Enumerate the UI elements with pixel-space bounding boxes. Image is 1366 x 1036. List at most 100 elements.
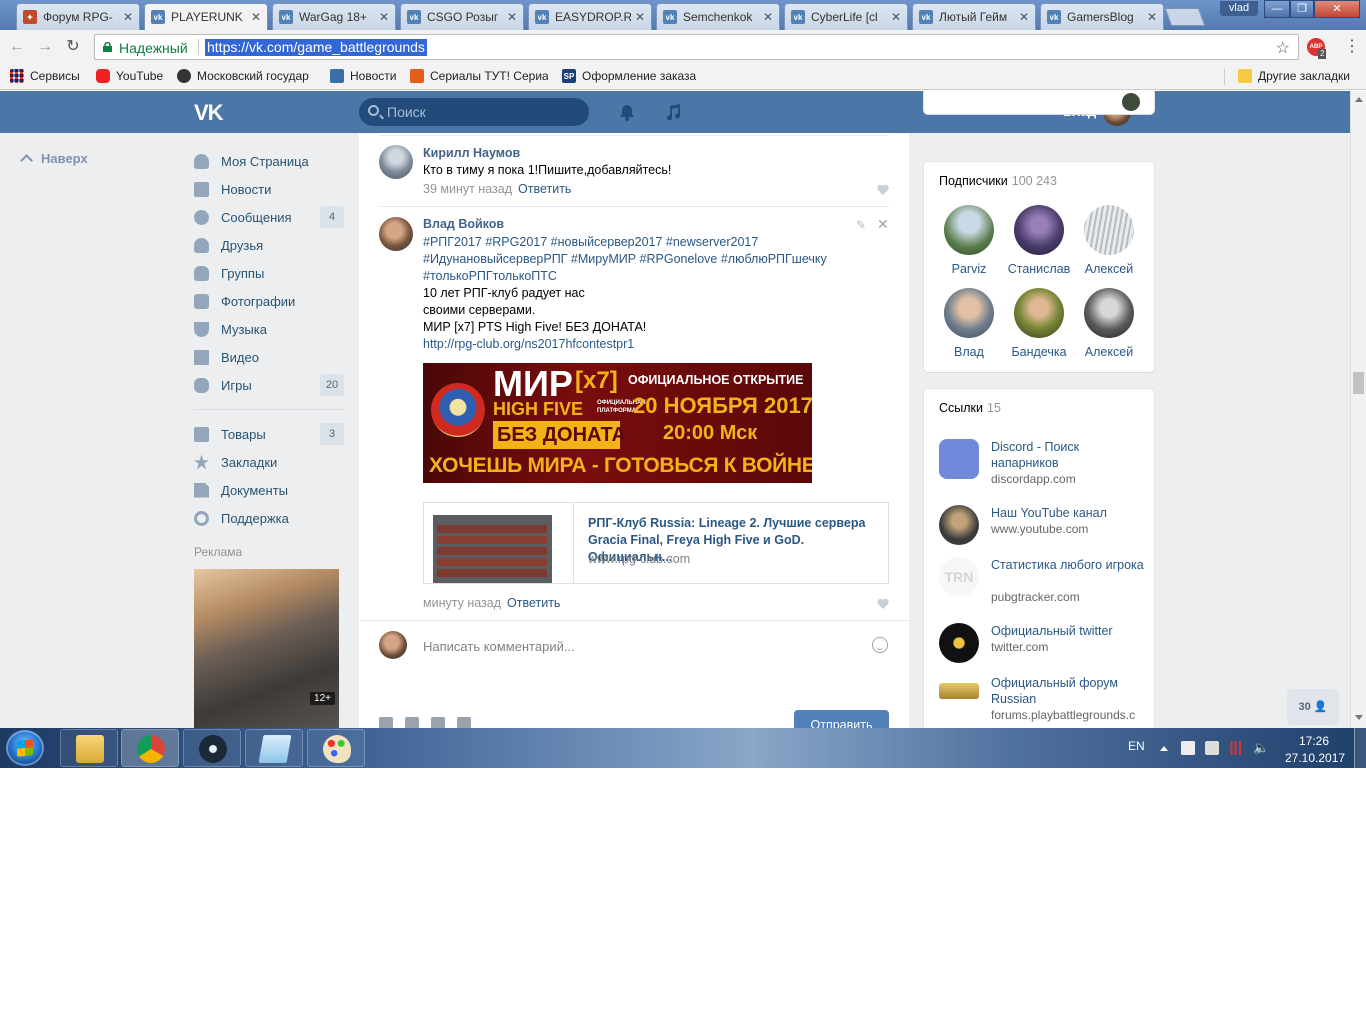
follower-item[interactable]: Бандечка — [1004, 288, 1074, 359]
camera-icon[interactable] — [379, 717, 393, 728]
follower-item[interactable]: Влад — [934, 288, 1004, 359]
hashtags-line[interactable]: #РПГ2017 #RPG2017 #новыйсервер2017 #news… — [423, 234, 893, 251]
follower-item[interactable]: Станислав — [1004, 205, 1074, 276]
scroll-down-arrow-icon[interactable] — [1355, 715, 1363, 720]
forward-arrow-icon[interactable]: → — [36, 38, 54, 56]
nav-groups[interactable]: Группы — [192, 259, 344, 287]
chrome-menu-icon[interactable]: ⋮ — [1344, 38, 1360, 56]
link-attachment-card[interactable]: РПГ-Клуб Russia: Lineage 2. Лучшие серве… — [423, 502, 889, 584]
document-icon[interactable] — [457, 717, 471, 728]
tab-close-icon[interactable]: ✕ — [635, 10, 645, 24]
hashtags-line[interactable]: #ИдунановыйсерверРПГ #МируМИР #RPGonelov… — [423, 251, 893, 268]
nav-games[interactable]: Игры 20 — [192, 371, 344, 399]
advertisement-image[interactable]: 12+ — [194, 569, 339, 728]
comment-time[interactable]: минуту назад — [423, 596, 501, 610]
followers-title[interactable]: Подписчики 100 243 — [939, 174, 1057, 188]
hashtags-line[interactable]: #толькоРПГтолькоПТС — [423, 268, 893, 285]
tab-close-icon[interactable]: ✕ — [251, 10, 261, 24]
friends-online-button[interactable]: 30 👤 — [1287, 689, 1339, 725]
comment-time[interactable]: 39 минут назад — [423, 182, 512, 196]
tab-easydrop[interactable]: vk EASYDROP.R ✕ — [528, 3, 652, 30]
link-title[interactable]: Discord - Поиск напарников — [991, 439, 1146, 471]
reply-link[interactable]: Ответить — [518, 182, 571, 196]
music-note-icon[interactable] — [664, 103, 682, 121]
nav-messages[interactable]: Сообщения 4 — [192, 203, 344, 231]
maximize-button[interactable]: ❐ — [1290, 0, 1314, 18]
show-desktop-button[interactable] — [1354, 728, 1366, 768]
follower-item[interactable]: Алексей — [1074, 205, 1144, 276]
link-title[interactable]: Официальный twitter — [991, 623, 1146, 639]
tab-playerunknown[interactable]: vk PLAYERUNK ✕ — [144, 3, 268, 30]
comment-author[interactable]: Влад Войков — [423, 217, 504, 231]
comment-link[interactable]: http://rpg-club.org/ns2017hfcontestpr1 — [423, 336, 893, 353]
like-heart-icon[interactable] — [877, 184, 889, 195]
avatar[interactable] — [379, 217, 413, 251]
nav-video[interactable]: Видео — [192, 343, 344, 371]
edit-pencil-icon[interactable]: ✎ — [856, 218, 866, 232]
tab-forum-rpg[interactable]: ✦ Форум RPG- ✕ — [16, 3, 140, 30]
tab-semchenko[interactable]: vk Semchenkok ✕ — [656, 3, 780, 30]
reload-icon[interactable]: ↻ — [64, 38, 82, 56]
bell-icon[interactable] — [618, 103, 636, 121]
search-input[interactable] — [387, 104, 577, 120]
page-scrollbar[interactable] — [1350, 91, 1366, 728]
taskbar-chrome[interactable] — [121, 729, 179, 767]
tab-cyberlife[interactable]: vk CyberLife [cl ✕ — [784, 3, 908, 30]
nav-support[interactable]: Поддержка — [192, 504, 344, 532]
bookmark-order[interactable]: SP Оформление заказа — [562, 69, 696, 83]
follower-item[interactable]: Parviz — [934, 205, 1004, 276]
bookmark-moscow-university[interactable]: Московский государ — [177, 69, 315, 83]
bookmark-services[interactable]: Сервисы — [10, 69, 80, 83]
bookmark-series[interactable]: Сериалы ТУТ! Сериа — [410, 69, 548, 83]
delete-close-icon[interactable]: ✕ — [877, 216, 889, 233]
music-icon[interactable] — [431, 717, 445, 728]
other-bookmarks[interactable]: Другие закладки — [1238, 69, 1350, 83]
vk-search-box[interactable] — [359, 98, 589, 126]
action-center-flag-icon[interactable] — [1181, 741, 1195, 755]
nav-photos[interactable]: Фотографии — [192, 287, 344, 315]
tab-close-icon[interactable]: ✕ — [507, 10, 517, 24]
link-title[interactable]: Официальный форум Russian — [991, 675, 1146, 707]
like-heart-icon[interactable] — [877, 598, 889, 609]
clock-time[interactable]: 17:26 — [1299, 734, 1329, 748]
avatar[interactable] — [379, 145, 413, 179]
bookmark-star-icon[interactable]: ☆ — [1276, 38, 1290, 58]
tab-close-icon[interactable]: ✕ — [1147, 10, 1157, 24]
nav-friends[interactable]: Друзья — [192, 231, 344, 259]
taskbar-steam[interactable] — [183, 729, 241, 767]
vk-logo[interactable]: VK — [194, 100, 224, 126]
comment-author[interactable]: Кирилл Наумов — [423, 146, 520, 160]
link-title[interactable]: Наш YouTube канал — [991, 505, 1146, 521]
links-title[interactable]: Ссылки 15 — [939, 401, 1001, 415]
follower-item[interactable]: Алексей — [1074, 288, 1144, 359]
send-button[interactable]: Отправить — [794, 710, 889, 728]
video-icon[interactable] — [405, 717, 419, 728]
tab-lyutyi-geim[interactable]: vk Лютый Гейм ✕ — [912, 3, 1036, 30]
nav-my-page[interactable]: Моя Страница — [192, 147, 344, 175]
bookmark-news[interactable]: Новости — [330, 69, 396, 83]
close-window-button[interactable]: ✕ — [1314, 0, 1360, 18]
start-button[interactable] — [6, 730, 44, 766]
nav-goods[interactable]: Товары 3 — [192, 420, 344, 448]
clock-date[interactable]: 27.10.2017 — [1285, 751, 1345, 765]
profile-user-badge[interactable]: vlad — [1220, 1, 1258, 16]
back-to-top-link[interactable]: Наверх — [20, 151, 88, 167]
scrollbar-thumb[interactable] — [1353, 372, 1364, 394]
emoji-smile-icon[interactable] — [872, 637, 888, 653]
volume-speaker-icon[interactable]: 🔈 — [1253, 741, 1269, 755]
nav-music[interactable]: Музыка — [192, 315, 344, 343]
taskbar-explorer[interactable] — [60, 729, 118, 767]
tab-close-icon[interactable]: ✕ — [1019, 10, 1029, 24]
reply-link[interactable]: Ответить — [507, 596, 560, 610]
tab-close-icon[interactable]: ✕ — [891, 10, 901, 24]
link-title[interactable]: Статистика любого игрока — [991, 557, 1146, 573]
avatar[interactable] — [1122, 93, 1140, 111]
keyboard-language[interactable]: EN — [1128, 739, 1145, 753]
tab-close-icon[interactable]: ✕ — [123, 10, 133, 24]
comment-input[interactable] — [423, 636, 863, 656]
minimize-button[interactable]: — — [1264, 0, 1290, 18]
nav-bookmarks[interactable]: Закладки — [192, 448, 344, 476]
nav-news[interactable]: Новости — [192, 175, 344, 203]
back-arrow-icon[interactable]: ← — [8, 38, 26, 56]
show-hidden-icons-icon[interactable] — [1160, 746, 1168, 751]
